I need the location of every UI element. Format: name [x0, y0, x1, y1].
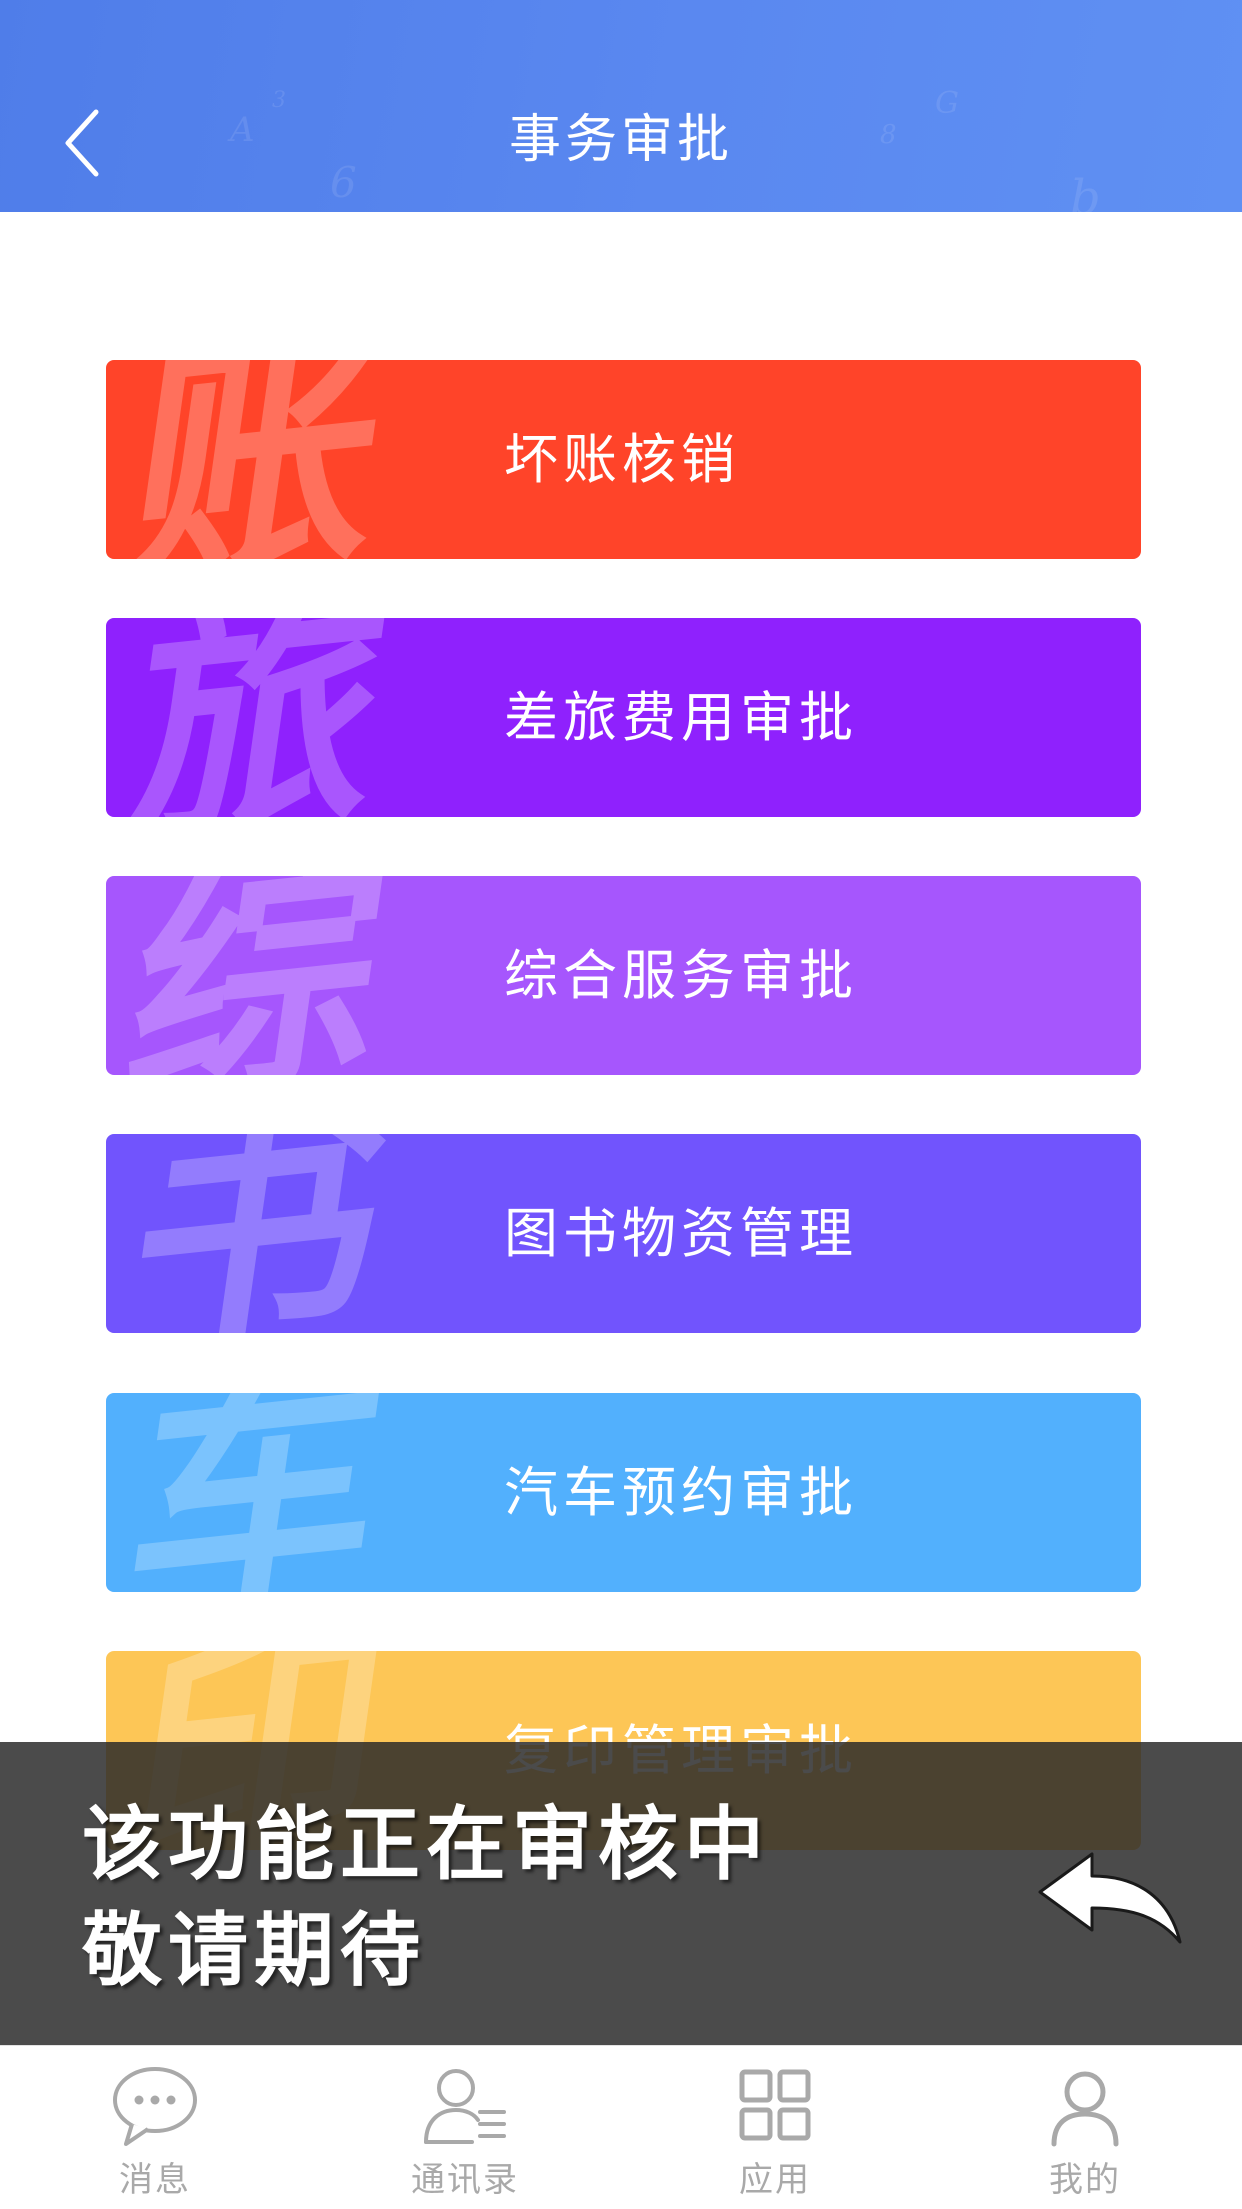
tab-apps[interactable]: 应用	[620, 2046, 930, 2209]
toast-line-1: 该功能正在审核中	[82, 1798, 770, 1891]
toast-message: 该功能正在审核中 敬请期待	[82, 1792, 770, 2004]
page-title: 事务审批	[508, 110, 733, 170]
profile-icon	[1051, 2071, 1119, 2147]
top-nav-bar: A 3 6 8 G b 事务审批	[0, 0, 1242, 212]
contacts-icon	[424, 2069, 506, 2144]
tab-label: 通讯录	[411, 2160, 519, 2200]
card-general-service-approval[interactable]: 综 综合服务审批	[106, 876, 1141, 1075]
card-books-materials-management[interactable]: 书 图书物资管理	[106, 1134, 1141, 1333]
chat-bubble-icon	[113, 2067, 197, 2146]
under-review-toast: 该功能正在审核中 敬请期待	[0, 1742, 1242, 2045]
card-label: 综合服务审批	[504, 944, 858, 1007]
card-label: 图书物资管理	[504, 1202, 858, 1265]
tab-profile[interactable]: 我的	[930, 2046, 1240, 2209]
tab-label: 应用	[739, 2160, 811, 2200]
card-bad-debt-writeoff[interactable]: 账 坏账核销	[106, 360, 1141, 559]
toast-back-button[interactable]	[1030, 1842, 1190, 1952]
tab-label: 消息	[119, 2160, 191, 2200]
bottom-tab-bar: 消息 通讯录 应用 我的	[0, 2045, 1242, 2208]
tab-label: 我的	[1049, 2160, 1121, 2200]
card-label: 坏账核销	[504, 428, 740, 491]
header-decoration: b	[1070, 170, 1101, 212]
card-car-booking-approval[interactable]: 车 汽车预约审批	[106, 1393, 1141, 1592]
toast-line-2: 敬请期待	[82, 1904, 426, 1997]
card-label: 差旅费用审批	[504, 686, 858, 749]
tab-contacts[interactable]: 通讯录	[310, 2046, 620, 2209]
card-label: 汽车预约审批	[504, 1461, 858, 1524]
reply-arrow-icon	[1038, 1852, 1182, 1944]
tab-messages[interactable]: 消息	[0, 2046, 310, 2209]
card-travel-expense-approval[interactable]: 旅 差旅费用审批	[106, 618, 1141, 817]
apps-grid-icon	[739, 2069, 811, 2141]
